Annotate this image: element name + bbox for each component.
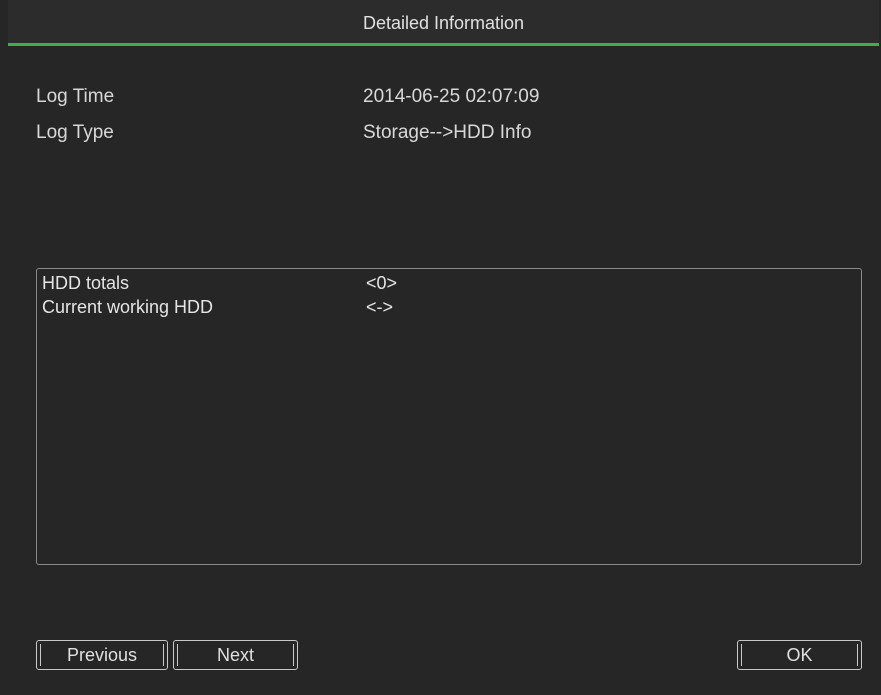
detail-key: Current working HDD — [42, 297, 214, 317]
log-type-value: Storage-->HDD Info — [363, 122, 532, 143]
log-type-label: Log Type — [36, 122, 114, 143]
detail-value: <-> — [366, 297, 394, 317]
detail-key: HDD totals — [42, 273, 130, 293]
detailed-information-dialog: Detailed Information Log Time 2014-06-25… — [0, 0, 881, 695]
detail-list-box: HDD totals <0> Current working HDD <-> — [36, 268, 862, 565]
title-bar: Detailed Information — [8, 0, 879, 46]
dialog-title: Detailed Information — [362, 13, 525, 33]
log-time-value: 2014-06-25 02:07:09 — [363, 86, 540, 107]
detail-row-current-working-hdd: Current working HDD <-> — [42, 297, 842, 319]
next-button[interactable]: Next — [173, 640, 298, 670]
previous-button[interactable]: Previous — [36, 640, 168, 670]
detail-row-hdd-totals: HDD totals <0> — [42, 273, 842, 295]
ok-button[interactable]: OK — [737, 640, 862, 670]
log-time-label: Log Time — [36, 86, 115, 107]
detail-value: <0> — [366, 273, 398, 293]
